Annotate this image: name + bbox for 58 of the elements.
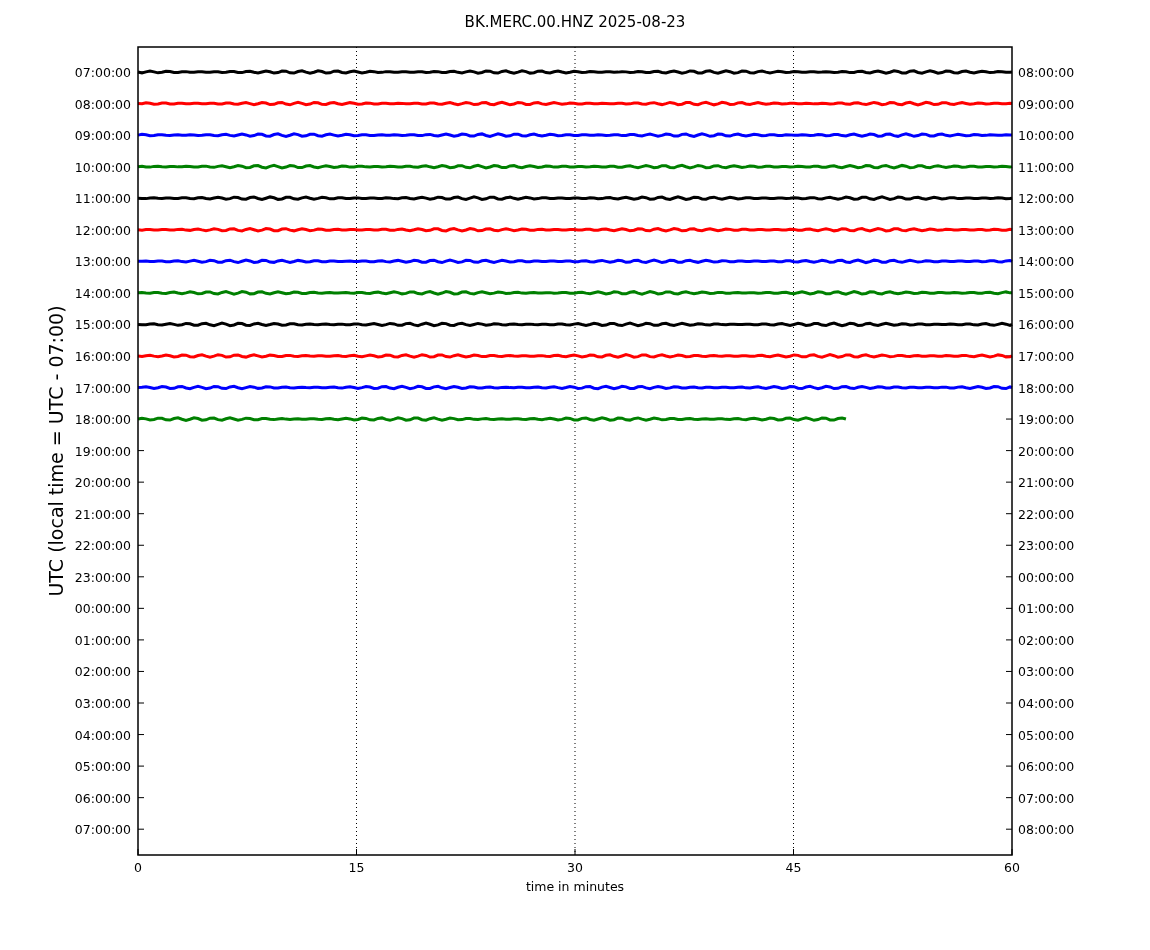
x-tick-label: 45 <box>785 860 802 875</box>
y-tick-label: 20:00:00 <box>1018 443 1075 459</box>
x-tick-label: 15 <box>348 860 365 875</box>
x-tick-label: 0 <box>134 860 142 875</box>
y-tick-label: 08:00:00 <box>1018 822 1075 838</box>
y-tick-label: 08:00:00 <box>1018 65 1075 80</box>
y-tick-label: 06:00:00 <box>74 790 131 806</box>
y-tick-label: 19:00:00 <box>74 443 131 459</box>
y-tick-label: 14:00:00 <box>74 285 131 301</box>
y-tick-label: 19:00:00 <box>1018 412 1075 428</box>
y-tick-label: 12:00:00 <box>1018 191 1075 207</box>
y-tick-label: 01:00:00 <box>1018 601 1075 617</box>
y-tick-label: 20:00:00 <box>74 475 131 491</box>
plot-title: BK.MERC.00.HNZ 2025-08-23 <box>464 13 686 31</box>
y-tick-label: 09:00:00 <box>74 128 131 144</box>
y-tick-label: 11:00:00 <box>1018 159 1075 175</box>
y-tick-label: 06:00:00 <box>1018 759 1075 775</box>
y-tick-label: 17:00:00 <box>74 380 131 396</box>
y-tick-label: 13:00:00 <box>74 254 131 270</box>
y-tick-label: 02:00:00 <box>74 664 131 680</box>
y-tick-label: 11:00:00 <box>74 191 131 207</box>
y-tick-label: 05:00:00 <box>74 759 131 775</box>
y-tick-label: 21:00:00 <box>74 506 131 522</box>
y-tick-label: 05:00:00 <box>1018 727 1075 743</box>
y-tick-label: 03:00:00 <box>74 696 131 711</box>
y-tick-label: 22:00:00 <box>1018 506 1075 522</box>
y-tick-label: 15:00:00 <box>1018 285 1075 301</box>
y-tick-label: 17:00:00 <box>1018 348 1075 364</box>
y-tick-label: 23:00:00 <box>1018 538 1075 554</box>
y-tick-label: 23:00:00 <box>74 569 131 585</box>
y-tick-label: 04:00:00 <box>74 727 131 743</box>
y-tick-label: 21:00:00 <box>1018 475 1075 491</box>
x-axis-label: time in minutes <box>525 879 625 894</box>
y-tick-label: 18:00:00 <box>74 412 131 428</box>
y-tick-label: 10:00:00 <box>74 159 131 175</box>
y-tick-label: 08:00:00 <box>74 96 131 112</box>
y-tick-label: 07:00:00 <box>74 65 131 80</box>
y-tick-label: 15:00:00 <box>74 317 131 333</box>
y-tick-label: 04:00:00 <box>1018 696 1075 711</box>
y-tick-label: 16:00:00 <box>74 348 131 364</box>
y-tick-label: 02:00:00 <box>1018 632 1075 648</box>
y-tick-label: 01:00:00 <box>74 632 131 648</box>
x-tick-label: 60 <box>1004 860 1020 875</box>
y-tick-label: 12:00:00 <box>74 222 131 238</box>
y-tick-label: 18:00:00 <box>1018 380 1075 396</box>
y-tick-label: 10:00:00 <box>1018 128 1075 144</box>
y-tick-label: 22:00:00 <box>74 538 131 554</box>
y-tick-label: 16:00:00 <box>1018 317 1075 333</box>
y-tick-label: 00:00:00 <box>1018 569 1075 585</box>
y-tick-label: 14:00:00 <box>1018 254 1075 270</box>
y-tick-label: 03:00:00 <box>1018 664 1075 680</box>
y-tick-label: 00:00:00 <box>74 601 131 617</box>
y-tick-label: 09:00:00 <box>1018 96 1075 112</box>
y-tick-label: 07:00:00 <box>74 822 131 838</box>
y-tick-label: 13:00:00 <box>1018 222 1075 238</box>
y-axis-label: UTC (local time = UTC - 07:00) <box>45 305 67 597</box>
x-tick-label: 30 <box>567 860 583 875</box>
y-tick-label: 07:00:00 <box>1018 790 1075 806</box>
